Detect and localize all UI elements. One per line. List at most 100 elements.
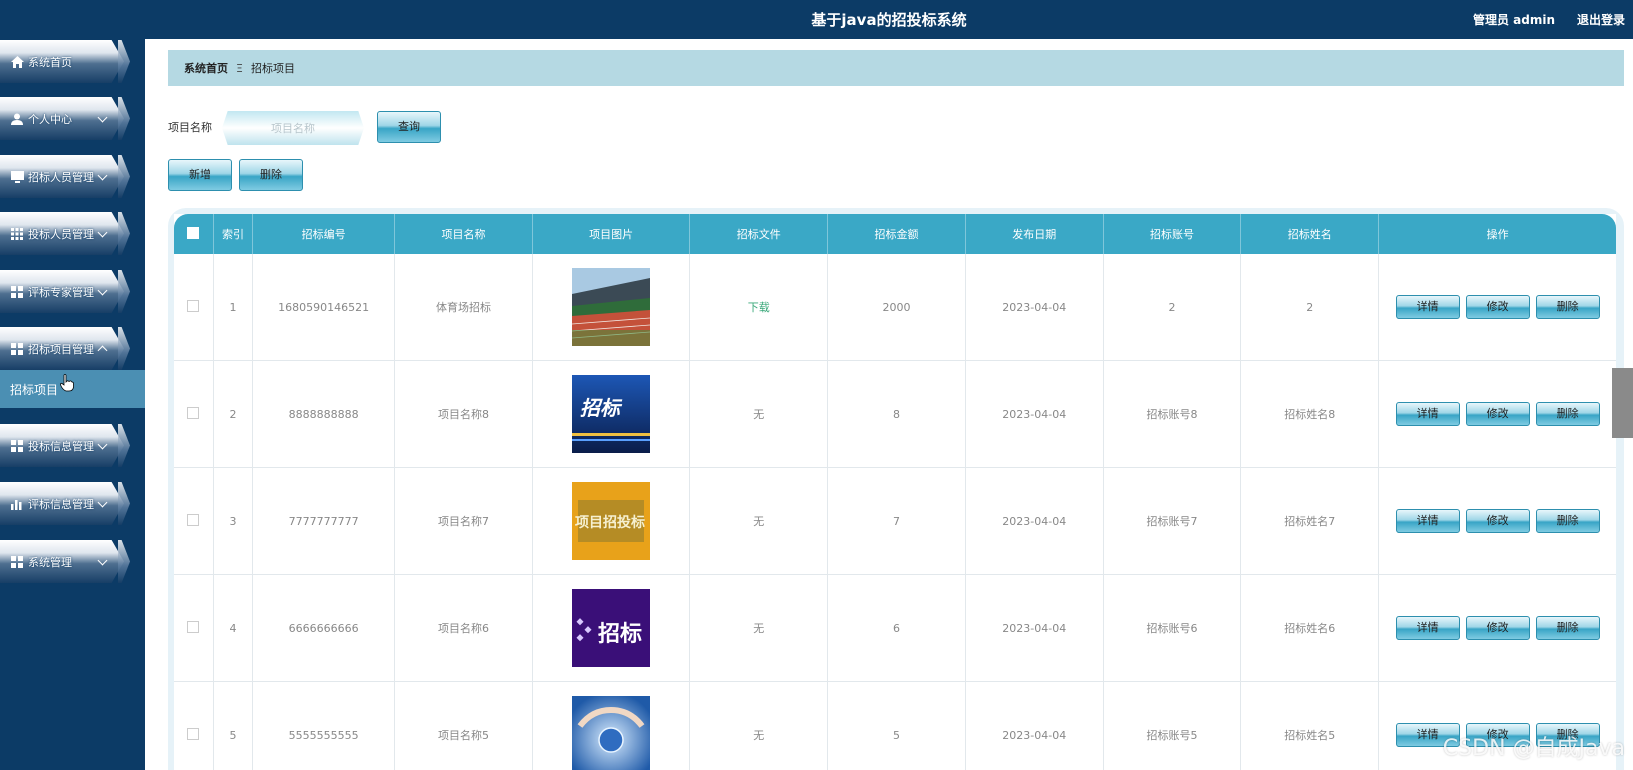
sidebar-item-project-management[interactable]: 招标项目管理: [0, 327, 124, 370]
app-title: 基于java的招投标系统: [811, 11, 967, 29]
name-cell: 体育场招标: [394, 254, 533, 361]
table-row: 1 1680590146521 体育场招标 下载 2000 2023-04-04…: [174, 254, 1616, 361]
edit-button[interactable]: 修改: [1465, 295, 1530, 319]
row-select-cell: [174, 360, 214, 468]
hands-image[interactable]: [572, 696, 651, 770]
sidebar-edge: [118, 424, 130, 467]
project-name-search-input[interactable]: [222, 111, 364, 145]
image-cell: 项目招投标: [532, 467, 691, 575]
sidebar-edge: [118, 40, 130, 83]
account-cell: 招标账号8: [1103, 360, 1242, 468]
column-header: 发布日期: [965, 214, 1104, 254]
sidebar-edge: [118, 97, 130, 140]
sidebar-item-bidder-management[interactable]: 投标人员管理: [0, 212, 124, 255]
sidebar-item-home[interactable]: 系统首页: [0, 40, 124, 83]
amount-cell: 5: [827, 681, 966, 770]
select-all-checkbox[interactable]: [187, 226, 200, 239]
sidebar-item-label: 投标人员管理: [28, 227, 94, 241]
sidebar-edge: [118, 270, 130, 313]
index-cell: 5: [213, 681, 254, 770]
sidebar-item-system-management[interactable]: 系统管理: [0, 540, 124, 583]
row-checkbox[interactable]: [187, 620, 200, 633]
project-bidding-image[interactable]: 项目招投标: [572, 482, 651, 560]
detail-button[interactable]: 详情: [1395, 402, 1460, 426]
breadcrumb: 系统首页 Ξ 招标项目: [168, 50, 1624, 86]
date-cell: 2023-04-04: [965, 360, 1104, 468]
detail-button[interactable]: 详情: [1395, 295, 1460, 319]
row-checkbox[interactable]: [187, 513, 200, 526]
monitor-icon: [10, 170, 24, 184]
amount-cell: 2000: [827, 254, 966, 361]
column-header: 索引: [213, 214, 254, 254]
detail-button[interactable]: 详情: [1395, 509, 1460, 533]
delete-button[interactable]: 删除: [1535, 616, 1600, 640]
select-all-cell: [174, 214, 214, 254]
image-cell: [532, 681, 691, 770]
table-row: 5 5555555555 项目名称5 无 5 2023-04-04 招标账号5 …: [174, 681, 1616, 770]
sidebar-item-personal-center[interactable]: 个人中心: [0, 97, 124, 140]
actions-cell: 详情 修改 删除: [1378, 254, 1616, 361]
row-checkbox[interactable]: [187, 406, 200, 419]
query-button[interactable]: 查询: [377, 111, 441, 143]
image-cell: [532, 254, 691, 361]
chevron-down-icon: [97, 497, 108, 507]
name-cell: 项目名称6: [394, 574, 533, 682]
delete-button[interactable]: 删除: [1535, 295, 1600, 319]
row-checkbox[interactable]: [187, 727, 200, 740]
table-container: 索引 招标编号 项目名称 项目图片 招标文件 招标金额 发布日期 招标账号 招标…: [168, 208, 1624, 770]
breadcrumb-separator: Ξ: [236, 61, 243, 75]
sidebar-edge: [118, 155, 130, 198]
column-header: 招标文件: [689, 214, 829, 254]
row-checkbox[interactable]: [187, 299, 200, 312]
logout-link[interactable]: 退出登录: [1577, 11, 1625, 28]
index-cell: 2: [213, 360, 254, 468]
sidebar-item-label: 系统首页: [28, 55, 72, 69]
bulk-delete-button[interactable]: 删除: [239, 159, 303, 191]
person-cell: 2: [1240, 254, 1380, 361]
name-cell: 项目名称8: [394, 360, 533, 468]
add-button[interactable]: 新增: [168, 159, 232, 191]
breadcrumb-home[interactable]: 系统首页: [184, 60, 228, 76]
amount-cell: 6: [827, 574, 966, 682]
image-caption: 项目招投标: [575, 514, 645, 531]
chevron-down-icon: [97, 439, 108, 449]
bidding-image[interactable]: 招标: [572, 375, 651, 453]
sidebar-item-label: 招标人员管理: [28, 170, 94, 184]
purple-bidding-image[interactable]: 招标: [572, 589, 651, 667]
project-table: 索引 招标编号 项目名称 项目图片 招标文件 招标金额 发布日期 招标账号 招标…: [174, 214, 1616, 770]
current-user: 管理员 admin: [1472, 13, 1555, 27]
edit-button[interactable]: 修改: [1465, 509, 1530, 533]
chevron-down-icon: [97, 112, 108, 122]
edit-button[interactable]: 修改: [1465, 402, 1530, 426]
sidebar-item-evaluation-management[interactable]: 评标信息管理: [0, 482, 124, 525]
stadium-image[interactable]: [572, 268, 651, 346]
code-cell: 6666666666: [252, 574, 396, 682]
delete-button[interactable]: 删除: [1535, 402, 1600, 426]
vertical-scrollbar-thumb[interactable]: [1612, 368, 1633, 438]
table-row: 3 7777777777 项目名称7 项目招投标 无 7 2023-04-04 …: [174, 467, 1616, 575]
user-icon: [10, 112, 24, 126]
delete-button[interactable]: 删除: [1535, 509, 1600, 533]
sidebar-item-label: 投标信息管理: [28, 439, 94, 453]
sidebar-item-bid-info-management[interactable]: 投标信息管理: [0, 424, 124, 467]
file-cell: 无: [689, 467, 829, 575]
amount-cell: 7: [827, 467, 966, 575]
chevron-down-icon: [97, 555, 108, 565]
account-cell: 招标账号7: [1103, 467, 1242, 575]
image-cell: 招标: [532, 360, 691, 468]
sidebar-item-expert-management[interactable]: 评标专家管理: [0, 270, 124, 313]
code-cell: 5555555555: [252, 681, 396, 770]
code-cell: 7777777777: [252, 467, 396, 575]
amount-cell: 8: [827, 360, 966, 468]
edit-button[interactable]: 修改: [1465, 616, 1530, 640]
chevron-down-icon: [97, 285, 108, 295]
sidebar-item-tenderer-management[interactable]: 招标人员管理: [0, 155, 124, 198]
breadcrumb-current: 招标项目: [250, 62, 295, 75]
file-cell: 无: [689, 360, 829, 468]
detail-button[interactable]: 详情: [1395, 616, 1460, 640]
top-bar: 基于java的招投标系统 管理员 admin 退出登录: [145, 0, 1633, 39]
row-select-cell: [174, 254, 214, 361]
index-cell: 3: [213, 467, 254, 575]
download-link[interactable]: 下载: [748, 301, 770, 314]
column-header: 操作: [1378, 214, 1616, 254]
